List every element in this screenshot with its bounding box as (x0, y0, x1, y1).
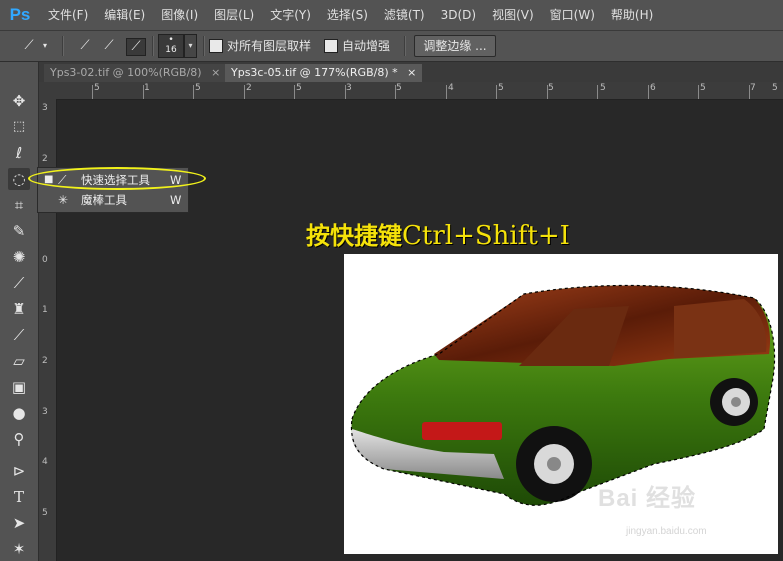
photoshop-logo: Ps (9, 5, 31, 24)
brush-size-value: 16 (165, 45, 177, 55)
dodge-tool-icon[interactable]: ⚲ (8, 428, 30, 450)
gradient-tool-icon[interactable]: ▣ (8, 376, 30, 398)
ruler-tick-label: 4 (42, 457, 48, 467)
ruler-tick-label: 3 (42, 407, 48, 417)
menu-file[interactable]: 文件(F) (40, 0, 96, 30)
ruler-tick-label: 1 (42, 305, 48, 315)
shortcut-caption: 按快捷键Ctrl+Shift+I (306, 216, 570, 251)
preset-dropdown-icon[interactable]: ▾ (40, 38, 50, 54)
menu-bar: Ps 文件(F) 编辑(E) 图像(I) 图层(L) 文字(Y) 选择(S) 滤… (0, 0, 783, 31)
pen-tool-icon[interactable]: ⊳ (8, 460, 30, 482)
close-icon[interactable]: × (211, 66, 220, 79)
type-tool-icon[interactable]: T (8, 486, 30, 508)
brush-dropdown-icon[interactable]: ▾ (184, 34, 197, 58)
tab-yps3c-05[interactable]: Yps3c-05.tif @ 177%(RGB/8) * × (225, 64, 423, 82)
highlight-ellipse (28, 167, 206, 190)
caption-keys: Ctrl+Shift+I (402, 221, 570, 251)
menu-select[interactable]: 选择(S) (319, 0, 376, 30)
tab-yps3-02[interactable]: Yps3-02.tif @ 100%(RGB/8) × (44, 64, 227, 82)
refine-edge-button[interactable]: 调整边缘 ... (414, 35, 496, 57)
add-to-selection-icon[interactable]: ⟋ (100, 38, 118, 54)
brush-dot-icon: • (168, 35, 174, 45)
tab-label: Yps3-02.tif @ 100%(RGB/8) (50, 66, 202, 79)
auto-enhance-label: 自动增强 (342, 39, 391, 53)
flyout-item-magic-wand[interactable]: ✳ 魔棒工具 W (38, 190, 188, 210)
auto-enhance-checkbox[interactable] (324, 39, 338, 53)
flyout-shortcut: W (170, 193, 182, 207)
options-bar: ⟋ ▾ ⟋ ⟋ ⟋ (0, 31, 783, 62)
healing-brush-tool-icon[interactable]: ✺ (8, 246, 30, 268)
menu-layer[interactable]: 图层(L) (206, 0, 262, 30)
sample-all-layers-checkbox[interactable] (209, 39, 223, 53)
clone-stamp-tool-icon[interactable]: ♜ (8, 298, 30, 320)
history-brush-tool-icon[interactable]: ⟋ (8, 324, 30, 346)
quick-selection-tool-icon[interactable]: ◌ (8, 168, 30, 190)
menu-items: 文件(F) 编辑(E) 图像(I) 图层(L) 文字(Y) 选择(S) 滤镜(T… (40, 0, 661, 30)
path-selection-tool-icon[interactable]: ➤ (8, 512, 30, 534)
ruler-ticks (92, 85, 750, 99)
ruler-tick-label: 2 (42, 356, 48, 366)
tool-preset-icon[interactable]: ⟋ (20, 38, 38, 54)
options-separator (404, 36, 406, 56)
minivan-image (350, 284, 776, 506)
blur-tool-icon[interactable]: ● (8, 402, 30, 424)
document-canvas[interactable] (344, 254, 778, 554)
menu-help[interactable]: 帮助(H) (603, 0, 661, 30)
move-tool-icon[interactable]: ✥ (8, 90, 30, 112)
options-separator (62, 36, 64, 56)
watermark-url: jingyan.baidu.com (626, 526, 707, 537)
crop-tool-icon[interactable]: ⌗ (8, 194, 30, 216)
tools-panel: ✥ ⬚ ℓ ◌ ⌗ ✎ ✺ ⟋ ♜ ⟋ ▱ ▣ ● ⚲ ⊳ T ➤ ✶ (0, 62, 39, 561)
sample-all-layers-label: 对所有图层取样 (227, 39, 312, 53)
horizontal-ruler[interactable]: 5 1 5 2 5 3 5 4 5 5 5 6 5 7 5 (56, 82, 783, 100)
options-separator (152, 36, 154, 56)
menu-type[interactable]: 文字(Y) (262, 0, 319, 30)
brush-tool-icon[interactable]: ⟋ (8, 272, 30, 294)
ruler-tick-label: 5 (42, 508, 48, 518)
baidu-jingyan-watermark: Bai 经验 jingyan.baidu.com (598, 478, 707, 537)
caption-text: 按快捷键 (306, 222, 402, 250)
tab-label: Yps3c-05.tif @ 177%(RGB/8) * (231, 66, 398, 79)
close-icon[interactable]: × (407, 66, 416, 79)
marquee-tool-icon[interactable]: ⬚ (8, 116, 30, 138)
ruler-corner (39, 82, 56, 99)
menu-3d[interactable]: 3D(D) (433, 0, 484, 30)
brush-size-picker[interactable]: • 16 (158, 34, 184, 58)
menu-view[interactable]: 视图(V) (484, 0, 542, 30)
eyedropper-tool-icon[interactable]: ✎ (8, 220, 30, 242)
document-tabs: Yps3-02.tif @ 100%(RGB/8) × Yps3c-05.tif… (39, 62, 783, 82)
custom-shape-tool-icon[interactable]: ✶ (8, 538, 30, 560)
subtract-selection-icon[interactable]: ⟋ (126, 38, 146, 56)
lasso-tool-icon[interactable]: ℓ (8, 142, 30, 164)
menu-window[interactable]: 窗口(W) (542, 0, 603, 30)
menu-image[interactable]: 图像(I) (153, 0, 206, 30)
flyout-item-label: 魔棒工具 (81, 193, 127, 207)
menu-filter[interactable]: 滤镜(T) (376, 0, 433, 30)
eraser-tool-icon[interactable]: ▱ (8, 350, 30, 372)
new-selection-icon[interactable]: ⟋ (76, 38, 94, 54)
ruler-tick-label: 0 (42, 255, 48, 265)
ruler-tick-label: 3 (42, 103, 48, 113)
options-separator (203, 36, 205, 56)
menu-edit[interactable]: 编辑(E) (96, 0, 153, 30)
watermark-logo: Bai 经验 (598, 485, 697, 512)
ruler-tick-label: 2 (42, 154, 48, 164)
magic-wand-icon: ✳ (58, 193, 69, 207)
